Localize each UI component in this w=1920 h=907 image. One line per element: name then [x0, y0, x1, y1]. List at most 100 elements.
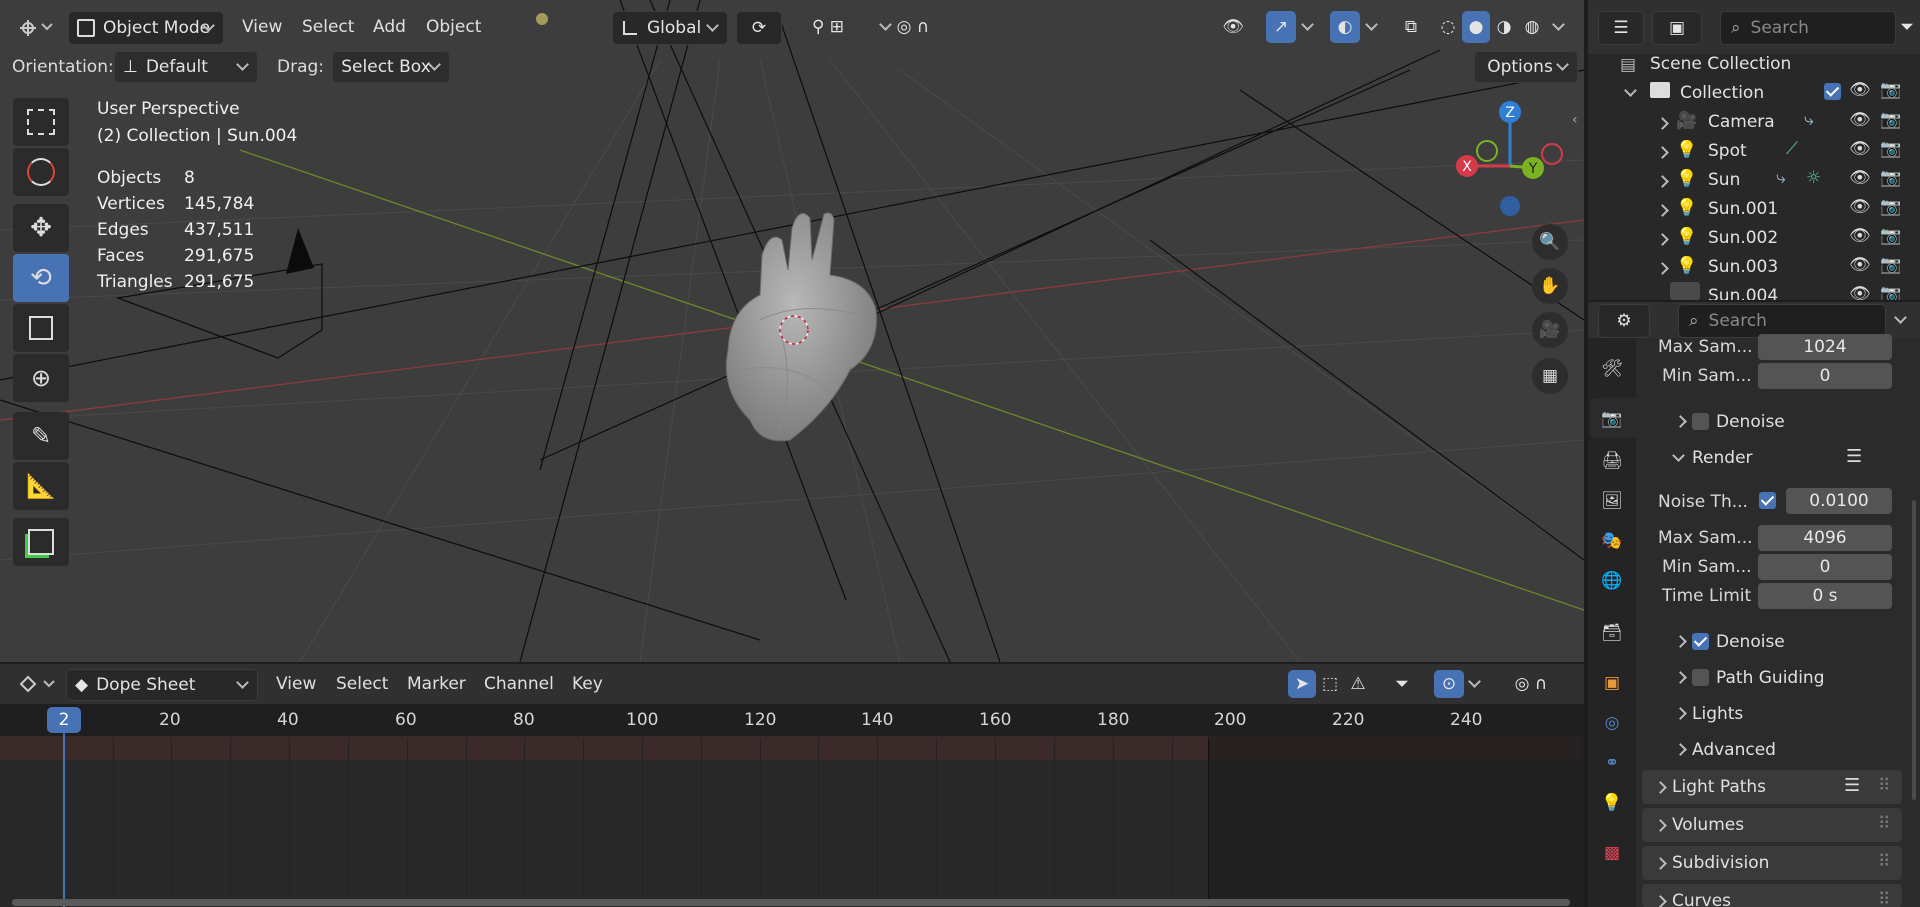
scale-tool[interactable] [13, 304, 69, 352]
tab-view-layer[interactable]: 🖼 [1597, 486, 1627, 516]
menu-select[interactable]: Select [302, 17, 354, 37]
dopesheet-snap-dropdown[interactable] [1464, 670, 1486, 698]
overlay-toggle[interactable]: ◐ [1330, 11, 1360, 43]
tab-collection[interactable]: 🗃 [1597, 618, 1627, 648]
expand-arrow-icon[interactable] [1656, 146, 1669, 159]
transform-tool[interactable]: ⊕ [13, 354, 69, 402]
properties-scrollbar[interactable] [1912, 500, 1916, 800]
annotate-tool[interactable]: ✎ [13, 412, 69, 460]
tab-light-data[interactable]: 💡 [1597, 788, 1627, 818]
outliner-editor-type[interactable]: ☰ [1598, 11, 1644, 45]
dopesheet-menu-marker[interactable]: Marker [407, 674, 466, 694]
select-box-tool[interactable] [13, 98, 69, 146]
panel-curves[interactable]: Curves ⠿ [1642, 884, 1902, 907]
shading-material[interactable]: ◑ [1490, 11, 1518, 43]
horizontal-scrollbar[interactable] [12, 899, 1570, 906]
menu-add[interactable]: Add [373, 17, 406, 37]
viewport-max-samples-field[interactable]: 1024 [1758, 334, 1892, 360]
pan-button[interactable]: ✋ [1532, 268, 1568, 304]
tab-texture[interactable]: ▩ [1597, 838, 1627, 868]
exclude-checkbox[interactable] [1824, 83, 1841, 100]
camera-render-icon[interactable]: 📷 [1880, 168, 1901, 188]
options-dropdown[interactable]: Options [1474, 51, 1578, 83]
shading-solid[interactable]: ● [1462, 11, 1490, 43]
outliner-item-sun[interactable]: 💡 Sun ⤷ ☼ 👁 📷 [1588, 166, 1920, 195]
drag-handle-icon[interactable]: ⠿ [1878, 852, 1890, 872]
expand-arrow-icon[interactable] [1656, 175, 1669, 188]
snapping-button[interactable]: ⚲ ⊞ [790, 11, 866, 43]
eye-icon[interactable]: 👁 [1849, 197, 1871, 217]
outliner-item-sun-002[interactable]: 💡 Sun.002 👁 📷 [1588, 224, 1920, 253]
eye-icon[interactable]: 👁 [1849, 110, 1871, 130]
properties-editor-type[interactable]: ⚙ [1598, 304, 1650, 338]
playhead-line[interactable] [63, 733, 65, 907]
panel-volumes[interactable]: Volumes ⠿ [1642, 808, 1902, 842]
tab-render[interactable]: 📷 [1597, 404, 1627, 434]
path-guiding-checkbox[interactable] [1692, 669, 1709, 686]
outliner-item-spot[interactable]: 💡 Spot ⟋ 👁 📷 [1588, 137, 1920, 166]
tab-output[interactable]: 🖨 [1597, 446, 1627, 476]
camera-render-icon[interactable]: 📷 [1880, 197, 1901, 217]
only-errors-toggle[interactable]: ⚠ [1344, 670, 1372, 698]
outliner-item-sun-001[interactable]: 💡 Sun.001 👁 📷 [1588, 195, 1920, 224]
camera-render-icon[interactable]: 📷 [1880, 80, 1901, 100]
heart-model[interactable] [700, 200, 900, 450]
outliner-search-input[interactable]: ⌕ Search [1720, 11, 1896, 45]
camera-render-icon[interactable]: 📷 [1880, 284, 1901, 300]
outliner-item-camera[interactable]: 🎥 Camera ⤷ 👁 📷 [1588, 108, 1920, 137]
dopesheet-menu-select[interactable]: Select [336, 674, 388, 694]
camera-render-icon[interactable]: 📷 [1880, 110, 1901, 130]
dopesheet-editor-type-button[interactable] [10, 669, 58, 699]
panel-light-paths[interactable]: Light Paths ☰ ⠿ [1642, 770, 1902, 804]
filter-dropdown[interactable]: ⏷ [1380, 670, 1424, 698]
eye-icon[interactable]: 👁 [1849, 139, 1871, 159]
eye-icon[interactable]: 👁 [1849, 168, 1871, 188]
pivot-point-button[interactable]: ⟳ [736, 11, 782, 45]
noise-threshold-field[interactable]: 0.0100 [1786, 488, 1892, 514]
dopesheet-menu-channel[interactable]: Channel [484, 674, 554, 694]
shading-dropdown[interactable] [1548, 11, 1570, 43]
tab-constraints[interactable]: ⚭ [1597, 748, 1627, 778]
navigation-gizmo[interactable]: Z X Y [1440, 96, 1570, 226]
current-frame-indicator[interactable]: 2 [47, 707, 81, 733]
move-tool[interactable]: ✥ [13, 204, 69, 252]
properties-search-input[interactable]: ⌕ Search [1678, 304, 1886, 338]
drag-handle-icon[interactable]: ⠿ [1878, 814, 1890, 834]
expand-arrow-icon[interactable] [1656, 204, 1669, 217]
drag-dropdown[interactable]: Select Box [332, 51, 450, 83]
dopesheet-menu-key[interactable]: Key [572, 674, 603, 694]
properties-options-dropdown[interactable] [1888, 304, 1914, 336]
camera-render-icon[interactable]: 📷 [1880, 139, 1901, 159]
render-max-samples-field[interactable]: 4096 [1758, 525, 1892, 551]
drag-handle-icon[interactable]: ⠿ [1878, 890, 1890, 907]
tab-physics[interactable]: ◎ [1597, 708, 1627, 738]
outliner-display-mode[interactable]: ▣ [1652, 11, 1702, 45]
add-cube-tool[interactable] [13, 518, 69, 566]
dopesheet-mode-dropdown[interactable]: ◆ Dope Sheet [66, 669, 258, 701]
only-selected-toggle[interactable]: ➤ [1288, 670, 1316, 698]
menu-object[interactable]: Object [426, 17, 481, 37]
expand-arrow-icon[interactable] [1654, 781, 1667, 794]
outliner-item-sun-004[interactable]: Sun.004 👁 📷 [1588, 282, 1920, 300]
viewport-min-samples-field[interactable]: 0 [1758, 363, 1892, 389]
eye-icon[interactable]: 👁 [1849, 284, 1871, 300]
measure-tool[interactable]: 📐 [13, 462, 69, 510]
collapse-arrow-icon[interactable] [1672, 449, 1685, 462]
mode-dropdown[interactable]: Object Mode [68, 11, 224, 45]
orientation-dropdown[interactable]: ⊥ Default [114, 51, 258, 83]
cursor-tool[interactable] [13, 148, 69, 196]
drag-handle-icon[interactable]: ⠿ [1878, 776, 1890, 796]
render-denoise-checkbox[interactable] [1692, 633, 1709, 650]
3d-viewport[interactable]: Object Mode View Select Add Object Globa… [0, 0, 1584, 662]
camera-render-icon[interactable]: 📷 [1880, 255, 1901, 275]
shading-rendered[interactable]: ◍ [1518, 11, 1546, 43]
render-subpanel-header[interactable]: Render ☰ [1650, 442, 1908, 474]
perspective-toggle-button[interactable]: ▦ [1532, 358, 1568, 394]
eye-icon[interactable]: 👁 [1849, 226, 1871, 246]
expand-arrow-icon[interactable] [1656, 233, 1669, 246]
rotate-tool[interactable]: ⟲ [13, 254, 69, 302]
camera-render-icon[interactable]: 📷 [1880, 226, 1901, 246]
dopesheet-proportional-button[interactable]: ◎ ∩ [1498, 670, 1564, 698]
camera-view-button[interactable]: 🎥 [1532, 312, 1568, 348]
dopesheet-snap-toggle[interactable]: ⊙ [1434, 670, 1464, 698]
